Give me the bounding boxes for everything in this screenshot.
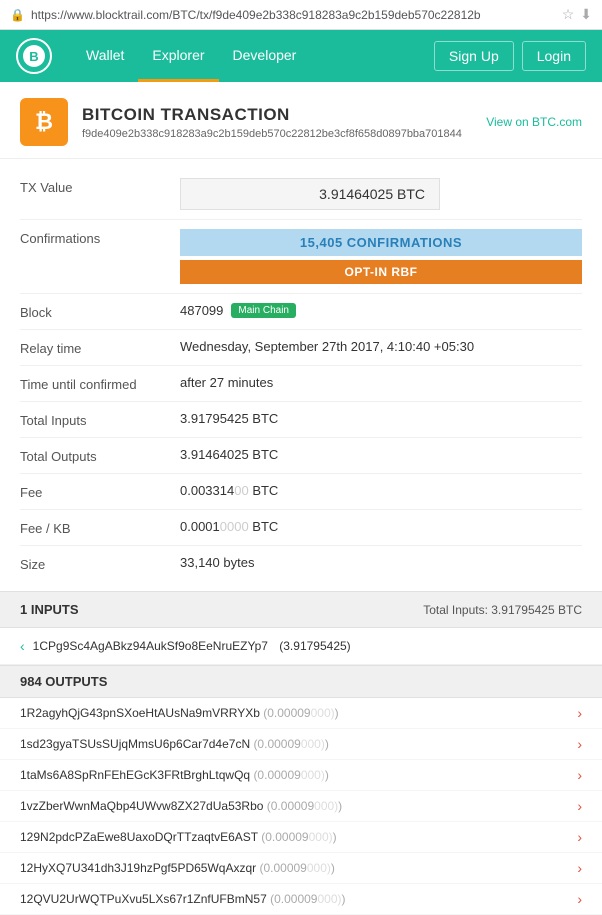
tx-value-label: TX Value xyxy=(20,178,180,195)
output-item[interactable]: 1sd23gyaTSUsSUjqMmsU6p6Car7d4e7cN (0.000… xyxy=(0,729,602,760)
total-inputs-row: Total Inputs 3.91795425 BTC xyxy=(20,402,582,438)
time-confirmed-label: Time until confirmed xyxy=(20,375,180,392)
bookmark-icon[interactable]: ☆ xyxy=(562,6,575,23)
inputs-section-header: 1 INPUTS Total Inputs: 3.91795425 BTC xyxy=(0,591,602,628)
fee-kb-row: Fee / KB 0.00010000 BTC xyxy=(20,510,582,546)
total-outputs-row: Total Outputs 3.91464025 BTC xyxy=(20,438,582,474)
tx-value-value: 3.91464025 BTC xyxy=(180,178,582,210)
tx-header-left: ₿ BITCOIN TRANSACTION f9de409e2b338c9182… xyxy=(20,98,462,146)
outputs-list: 1R2agyhQjG43pnSXoeHtAUsNa9mVRRYXb (0.000… xyxy=(0,698,602,915)
download-icon[interactable]: ⬇ xyxy=(580,6,592,23)
outputs-section-header: 984 OUTPUTS xyxy=(0,665,602,698)
chevron-right-icon: › xyxy=(577,767,582,783)
total-inputs-value: 3.91795425 BTC xyxy=(180,411,582,426)
input-amount: (3.91795425) xyxy=(276,639,351,653)
chevron-right-icon: › xyxy=(577,829,582,845)
relay-time-label: Relay time xyxy=(20,339,180,356)
logo-letter: B xyxy=(23,45,45,67)
input-address: 1CPg9Sc4AgABkz94AukSf9o8EeNruEZYp7 xyxy=(33,639,268,653)
output-address: 12QVU2UrWQTPuXvu5LXs67r1ZnfUFBmN57 (0.00… xyxy=(20,892,346,906)
lock-icon: 🔒 xyxy=(10,8,25,22)
chevron-right-icon: › xyxy=(577,736,582,752)
total-inputs-label: Total Inputs xyxy=(20,411,180,428)
tx-header: ₿ BITCOIN TRANSACTION f9de409e2b338c9182… xyxy=(0,82,602,159)
output-item[interactable]: 1taMs6A8SpRnFEhEGcK3FRtBrghLtqwQq (0.000… xyxy=(0,760,602,791)
fee-dim: 00 xyxy=(234,483,248,498)
fee-label: Fee xyxy=(20,483,180,500)
confirmations-value: 15,405 CONFIRMATIONS OPT-IN RBF xyxy=(180,229,582,284)
fee-unit: BTC xyxy=(249,483,279,498)
outputs-title: 984 OUTPUTS xyxy=(20,674,107,689)
block-number: 487099 xyxy=(180,303,223,318)
tx-hash: f9de409e2b338c918283a9c2b159deb570c22812… xyxy=(82,128,462,140)
view-on-btc-link[interactable]: View on BTC.com xyxy=(486,115,582,129)
nav-right-buttons: Sign Up Login xyxy=(434,41,586,71)
tx-title-block: BITCOIN TRANSACTION f9de409e2b338c918283… xyxy=(82,105,462,140)
output-item[interactable]: 1vzZberWwnMaQbp4UWvw8ZX27dUa53Rbo (0.000… xyxy=(0,791,602,822)
chevron-left-icon: ‹ xyxy=(20,638,25,654)
navigation: B Wallet Explorer Developer Sign Up Logi… xyxy=(0,30,602,82)
chevron-right-icon: › xyxy=(577,705,582,721)
nav-wallet[interactable]: Wallet xyxy=(72,31,138,82)
fee-main: 0.003314 xyxy=(180,483,234,498)
tx-value-row: TX Value 3.91464025 BTC xyxy=(20,169,582,220)
main-chain-badge: Main Chain xyxy=(231,303,296,318)
fee-row: Fee 0.00331400 BTC xyxy=(20,474,582,510)
output-item[interactable]: 12QVU2UrWQTPuXvu5LXs67r1ZnfUFBmN57 (0.00… xyxy=(0,884,602,915)
fee-kb-dim: 0000 xyxy=(220,519,249,534)
time-confirmed-row: Time until confirmed after 27 minutes xyxy=(20,366,582,402)
details-table: TX Value 3.91464025 BTC Confirmations 15… xyxy=(0,159,602,591)
nav-developer[interactable]: Developer xyxy=(219,31,311,82)
chevron-right-icon: › xyxy=(577,891,582,907)
inputs-title: 1 INPUTS xyxy=(20,602,79,617)
fee-kb-main: 0.0001 xyxy=(180,519,220,534)
fee-kb-value: 0.00010000 BTC xyxy=(180,519,582,534)
output-item[interactable]: 129N2pdcPZaEwe8UaxoDQrTTzaqtvE6AST (0.00… xyxy=(0,822,602,853)
inputs-total: Total Inputs: 3.91795425 BTC xyxy=(423,603,582,617)
fee-kb-label: Fee / KB xyxy=(20,519,180,536)
output-address: 1R2agyhQjG43pnSXoeHtAUsNa9mVRRYXb (0.000… xyxy=(20,706,339,720)
output-item[interactable]: 1R2agyhQjG43pnSXoeHtAUsNa9mVRRYXb (0.000… xyxy=(0,698,602,729)
size-row: Size 33,140 bytes xyxy=(20,546,582,581)
relay-time-value: Wednesday, September 27th 2017, 4:10:40 … xyxy=(180,339,582,354)
total-outputs-label: Total Outputs xyxy=(20,447,180,464)
fee-value: 0.00331400 BTC xyxy=(180,483,582,498)
nav-links: Wallet Explorer Developer xyxy=(72,31,434,82)
output-address: 1vzZberWwnMaQbp4UWvw8ZX27dUa53Rbo (0.000… xyxy=(20,799,342,813)
tx-title: BITCOIN TRANSACTION xyxy=(82,105,462,125)
output-item[interactable]: 12HyXQ7U341dh3J19hzPgf5PD65WqAxzqr (0.00… xyxy=(0,853,602,884)
login-button[interactable]: Login xyxy=(522,41,586,71)
main-content: ₿ BITCOIN TRANSACTION f9de409e2b338c9182… xyxy=(0,82,602,915)
confirmations-box: 15,405 CONFIRMATIONS xyxy=(180,229,582,256)
url-bar: 🔒 https://www.blocktrail.com/BTC/tx/f9de… xyxy=(0,0,602,30)
block-value: 487099 Main Chain xyxy=(180,303,582,318)
opt-in-rbf-badge: OPT-IN RBF xyxy=(180,260,582,284)
block-row: Block 487099 Main Chain xyxy=(20,294,582,330)
output-address: 129N2pdcPZaEwe8UaxoDQrTTzaqtvE6AST (0.00… xyxy=(20,830,337,844)
fee-kb-unit: BTC xyxy=(249,519,279,534)
nav-explorer[interactable]: Explorer xyxy=(138,31,218,82)
chevron-right-icon: › xyxy=(577,798,582,814)
input-item[interactable]: ‹ 1CPg9Sc4AgABkz94AukSf9o8EeNruEZYp7 (3.… xyxy=(0,628,602,665)
confirmations-label: Confirmations xyxy=(20,229,180,246)
tx-value-box: 3.91464025 BTC xyxy=(180,178,440,210)
size-label: Size xyxy=(20,555,180,572)
url-text: https://www.blocktrail.com/BTC/tx/f9de40… xyxy=(31,8,556,22)
signup-button[interactable]: Sign Up xyxy=(434,41,514,71)
confirmations-row: Confirmations 15,405 CONFIRMATIONS OPT-I… xyxy=(20,220,582,294)
total-outputs-value: 3.91464025 BTC xyxy=(180,447,582,462)
time-confirmed-value: after 27 minutes xyxy=(180,375,582,390)
relay-time-row: Relay time Wednesday, September 27th 201… xyxy=(20,330,582,366)
output-address: 1sd23gyaTSUsSUjqMmsU6p6Car7d4e7cN (0.000… xyxy=(20,737,329,751)
output-address: 12HyXQ7U341dh3J19hzPgf5PD65WqAxzqr (0.00… xyxy=(20,861,335,875)
block-label: Block xyxy=(20,303,180,320)
output-address: 1taMs6A8SpRnFEhEGcK3FRtBrghLtqwQq (0.000… xyxy=(20,768,329,782)
chevron-right-icon: › xyxy=(577,860,582,876)
btc-icon: ₿ xyxy=(20,98,68,146)
logo[interactable]: B xyxy=(16,38,52,74)
size-value: 33,140 bytes xyxy=(180,555,582,570)
